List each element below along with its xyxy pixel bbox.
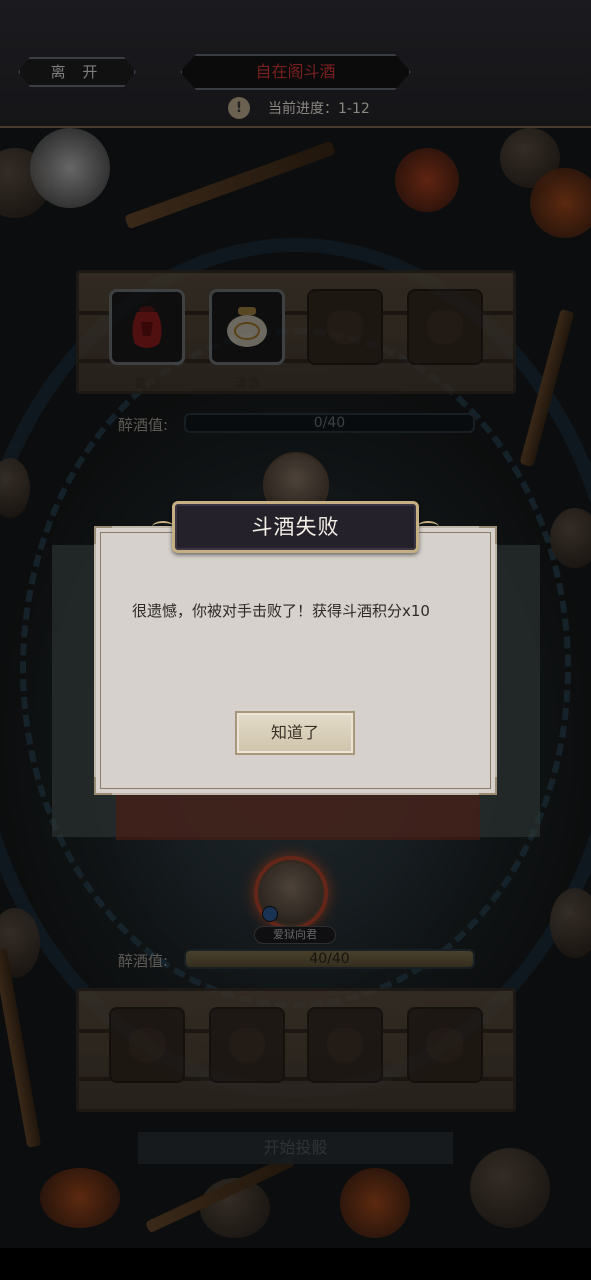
- corner-ornament: [94, 777, 112, 795]
- title-flourish-icon: [417, 521, 439, 533]
- info-icon[interactable]: !: [228, 97, 250, 119]
- leave-button[interactable]: 离 开: [18, 57, 136, 87]
- corner-ornament: [94, 526, 112, 544]
- dialog-title: 斗酒失败: [251, 515, 340, 539]
- dialog-title-plate: 斗酒失败: [172, 501, 419, 553]
- progress-row: ! 当前进度：1-12: [228, 96, 370, 120]
- corner-ornament: [479, 526, 497, 544]
- progress-text: 当前进度：1-12: [268, 101, 370, 117]
- corner-ornament: [479, 777, 497, 795]
- title-flourish-icon: [152, 521, 174, 533]
- top-bar: 离 开 自在阁斗酒 ! 当前进度：1-12: [0, 0, 591, 128]
- acknowledge-button[interactable]: 知道了: [235, 711, 355, 755]
- page-title: 自在阁斗酒: [180, 54, 411, 90]
- dialog-message: 很遗憾，你被对手击败了！获得斗酒积分x10: [132, 602, 430, 620]
- system-nav-strip: [0, 1248, 591, 1280]
